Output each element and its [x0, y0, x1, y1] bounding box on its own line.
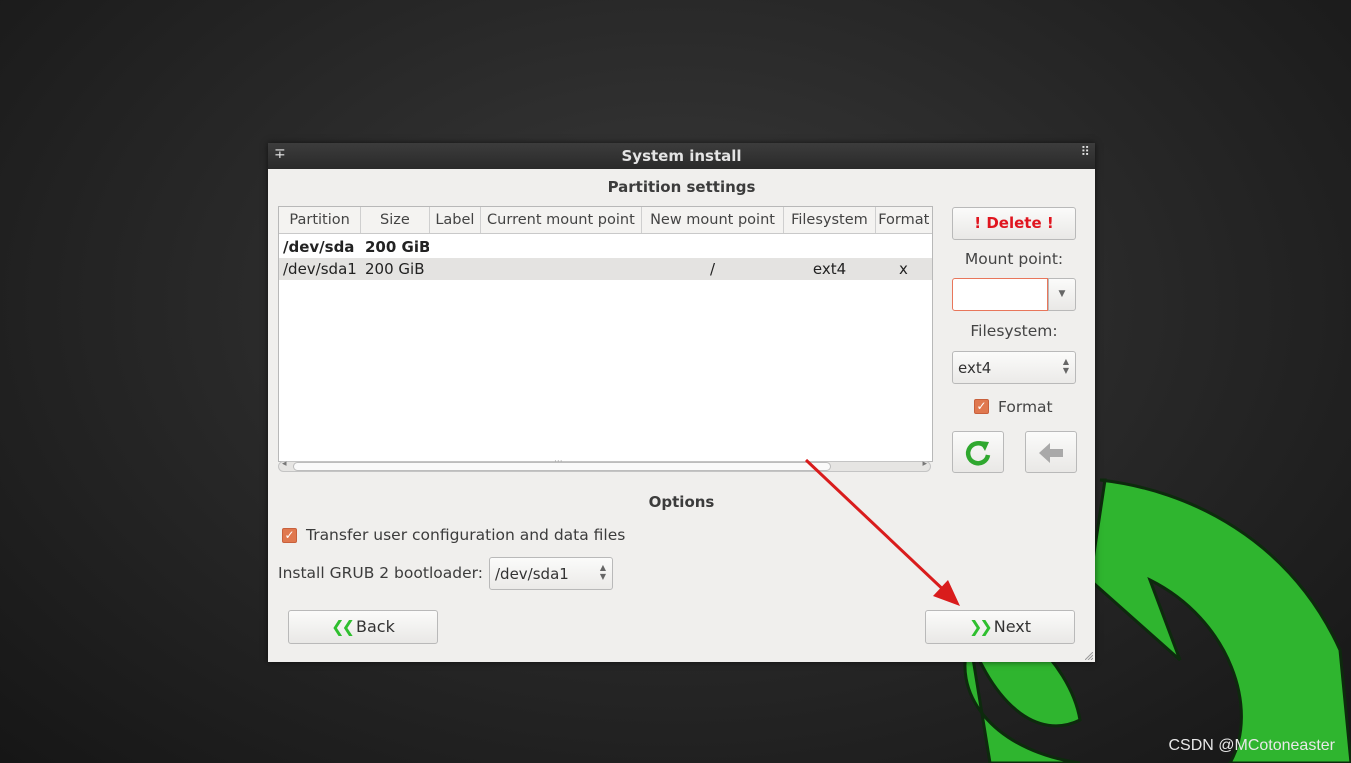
updown-icon: ▲ ▼	[599, 563, 606, 581]
next-button[interactable]: ❯❯ Next	[925, 610, 1075, 644]
filesystem-value: ext4	[958, 359, 992, 377]
grub-device-value: /dev/sda1	[495, 565, 569, 583]
cell-new-mount: /	[709, 260, 716, 278]
cell-partition: /dev/sda	[283, 238, 355, 256]
filesystem-label: Filesystem:	[970, 322, 1058, 340]
column-header-label[interactable]: Label	[430, 207, 482, 233]
cell-filesystem: ext4	[812, 260, 847, 278]
filesystem-select[interactable]: ext4 ▲ ▼	[952, 351, 1076, 384]
grub-device-select[interactable]: /dev/sda1 ▲ ▼	[489, 557, 613, 590]
table-header: Partition Size Label Current mount point…	[279, 207, 932, 234]
cell-filesystem	[784, 236, 875, 258]
cell-partition: /dev/sda1	[283, 260, 357, 278]
cell-size: 200 GiB	[365, 260, 425, 278]
watermark: CSDN @MCotoneaster	[1168, 737, 1335, 754]
cell-label	[429, 258, 480, 280]
undo-button[interactable]	[1025, 431, 1077, 473]
scroll-right-icon[interactable]: ▸	[922, 459, 927, 469]
scrollbar-thumb[interactable]: ···	[293, 457, 831, 471]
back-button[interactable]: ❮❮ Back	[288, 610, 438, 644]
cell-new-mount	[641, 236, 784, 258]
title-bar: ∓ System install ⠿	[268, 143, 1095, 169]
chevron-down-icon: ▼	[1058, 289, 1066, 299]
column-header-format[interactable]: Format	[876, 207, 932, 233]
cell-current-mount	[480, 258, 641, 280]
delete-button[interactable]: ! Delete !	[952, 207, 1076, 240]
mount-point-input[interactable]	[952, 278, 1048, 311]
system-install-window: ∓ System install ⠿ Partition settings Pa…	[268, 143, 1095, 662]
transfer-checkbox[interactable]: ✓	[282, 528, 297, 543]
cell-format	[875, 236, 932, 258]
grub-label: Install GRUB 2 bootloader:	[278, 564, 483, 582]
next-label: Next	[993, 617, 1032, 636]
window-title: System install	[621, 147, 742, 165]
refresh-icon	[965, 441, 991, 466]
cell-current-mount	[480, 236, 641, 258]
cell-size: 200 GiB	[365, 238, 429, 256]
arrow-left-icon	[1039, 443, 1063, 463]
column-header-partition[interactable]: Partition	[279, 207, 362, 233]
cell-format: x	[899, 260, 908, 278]
format-label: Format	[998, 398, 1053, 416]
transfer-label: Transfer user configuration and data fil…	[306, 526, 626, 544]
window-grip-icon[interactable]: ⠿	[1080, 145, 1089, 160]
horizontal-scrollbar[interactable]: ◂ ··· ▸	[278, 457, 931, 472]
back-label: Back	[355, 617, 395, 636]
partition-table[interactable]: Partition Size Label Current mount point…	[278, 206, 933, 462]
scrollbar-grip: ···	[554, 457, 563, 467]
column-header-new-mount[interactable]: New mount point	[642, 207, 785, 233]
resize-grip-icon[interactable]	[1085, 652, 1093, 660]
double-chevron-left-icon: ❮❮	[331, 617, 355, 636]
options-title: Options	[648, 493, 715, 511]
table-row[interactable]: /dev/sda1 200 GiB / ext4 x	[279, 258, 932, 280]
partition-settings-title: Partition settings	[607, 178, 756, 196]
mount-point-dropdown-button[interactable]: ▼	[1048, 278, 1076, 311]
double-chevron-right-icon: ❯❯	[968, 617, 993, 636]
scroll-left-icon[interactable]: ◂	[282, 459, 287, 469]
table-row[interactable]: /dev/sda 200 GiB	[279, 236, 932, 258]
format-checkbox[interactable]: ✓	[974, 399, 989, 414]
column-header-filesystem[interactable]: Filesystem	[784, 207, 876, 233]
refresh-button[interactable]	[952, 431, 1004, 473]
mount-point-label: Mount point:	[964, 250, 1064, 268]
updown-icon: ▲ ▼	[1062, 357, 1069, 375]
column-header-current-mount[interactable]: Current mount point	[481, 207, 642, 233]
cell-label	[429, 236, 480, 258]
column-header-size[interactable]: Size	[361, 207, 430, 233]
